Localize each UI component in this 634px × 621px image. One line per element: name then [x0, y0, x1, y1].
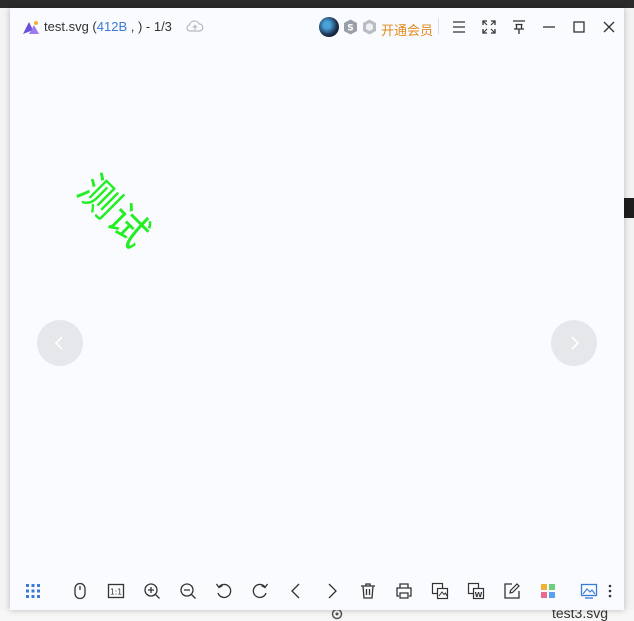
svg-text:W: W: [475, 591, 483, 599]
chevron-left-icon: [54, 336, 63, 350]
title-divider: [438, 18, 439, 34]
close-icon[interactable]: [600, 18, 618, 36]
fullscreen-icon[interactable]: [480, 18, 498, 36]
previous-image-button[interactable]: [37, 320, 83, 366]
svg-text:S: S: [347, 24, 353, 34]
print-icon[interactable]: [394, 581, 414, 601]
page-indicator: , ) - 1/3: [127, 19, 172, 34]
background-app-topbar: [0, 0, 634, 8]
menu-icon[interactable]: [450, 18, 468, 36]
maximize-icon[interactable]: [570, 18, 588, 36]
window-title: test.svg (412B , ) - 1/3: [44, 19, 172, 34]
next-icon[interactable]: [322, 581, 342, 601]
zoom-in-icon[interactable]: [142, 581, 162, 601]
bottom-toolbar: 1:1 W: [10, 578, 624, 604]
edit-icon[interactable]: [502, 581, 522, 601]
delete-icon[interactable]: [358, 581, 378, 601]
image-viewer-window: test.svg (412B , ) - 1/3 S 开通会员 测试 1:1 W: [10, 8, 624, 610]
rotate-left-icon[interactable]: [214, 581, 234, 601]
more-icon[interactable]: [600, 581, 620, 601]
previous-icon[interactable]: [286, 581, 306, 601]
convert-image-icon[interactable]: [430, 581, 450, 601]
wallpaper-icon[interactable]: [579, 581, 599, 601]
open-vip-link[interactable]: 开通会员: [381, 20, 433, 39]
s-badge-icon[interactable]: S: [343, 19, 358, 35]
image-canvas[interactable]: 测试: [10, 44, 624, 572]
cloud-upload-icon[interactable]: [186, 19, 204, 33]
convert-word-icon[interactable]: W: [466, 581, 486, 601]
minimize-icon[interactable]: [540, 18, 558, 36]
actual-size-icon[interactable]: 1:1: [106, 581, 126, 601]
title-open-paren: (: [88, 19, 97, 34]
thumbnail-grid-icon[interactable]: [23, 581, 43, 601]
background-app-right: [624, 8, 634, 621]
mouse-icon[interactable]: [70, 581, 90, 601]
app-logo-icon: [23, 21, 39, 34]
avatar[interactable]: [319, 17, 339, 37]
pin-icon[interactable]: [510, 18, 528, 36]
apps-icon[interactable]: [538, 581, 558, 601]
file-size: 412B: [96, 19, 128, 34]
next-image-button[interactable]: [551, 320, 597, 366]
title-bar[interactable]: test.svg (412B , ) - 1/3 S 开通会员: [10, 8, 624, 44]
vip-badge-icon[interactable]: [362, 19, 377, 35]
file-name: test.svg: [44, 19, 89, 34]
background-dark-strip: [624, 198, 634, 218]
rotate-right-icon[interactable]: [250, 581, 270, 601]
chevron-right-icon: [571, 336, 580, 350]
background-app-bottom: [0, 610, 634, 621]
background-app-left: [0, 8, 10, 621]
svg-text:1:1: 1:1: [110, 588, 122, 597]
image-content-text: 测试: [68, 167, 159, 258]
zoom-out-icon[interactable]: [178, 581, 198, 601]
